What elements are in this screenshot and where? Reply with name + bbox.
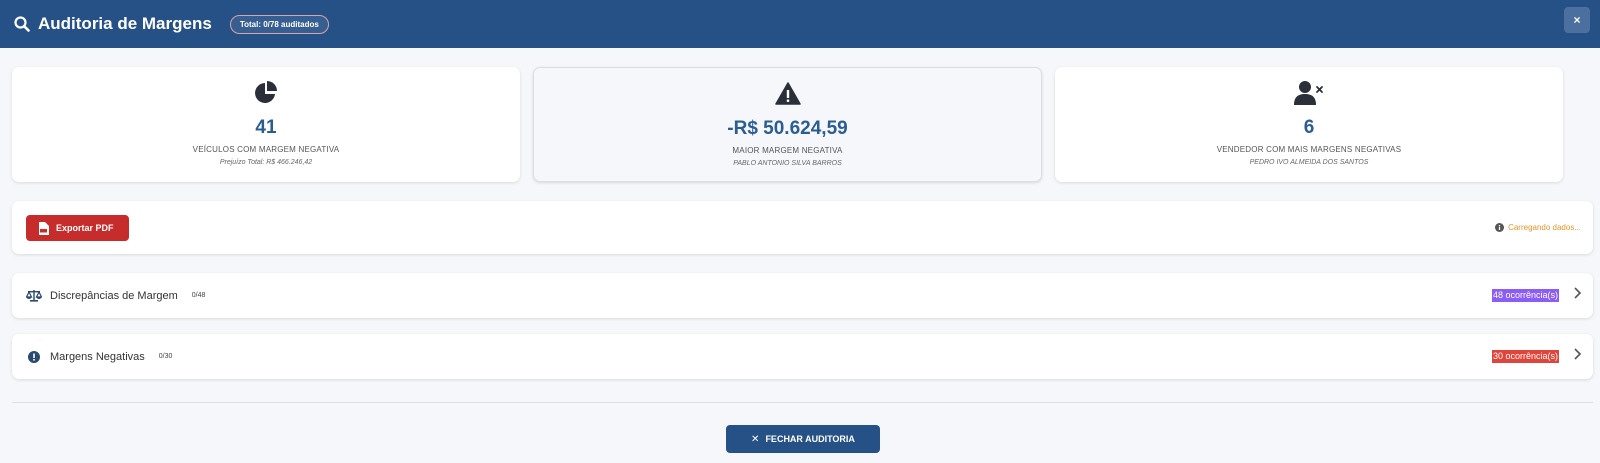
stat-card-largest-negative-margin: -R$ 50.624,59 MAIOR MARGEM NEGATIVA PABL… [533,67,1042,182]
exclamation-circle-icon [26,349,42,365]
footer-divider [12,402,1593,403]
occurrences-badge: 48 ocorrência(s) [1491,289,1559,302]
section-title: Margens Negativas [50,350,145,363]
stat-value: 41 [255,117,277,138]
pdf-file-icon [38,221,49,235]
section-margin-discrepancies[interactable]: Discrepâncias de Margem 0/48 48 ocorrênc… [12,273,1593,318]
chevron-right-icon[interactable] [1573,287,1582,302]
user-x-icon [1055,80,1563,106]
loading-status: Carregando dados... [1495,223,1581,232]
stat-label: VEÍCULOS COM MARGEM NEGATIVA [192,145,340,154]
search-icon [14,15,32,33]
occurrences-badge: 30 ocorrência(s) [1491,350,1559,363]
stat-subtext: PABLO ANTONIO SILVA BARROS [733,160,842,167]
stat-subtext: PEDRO IVO ALMEIDA DOS SANTOS [1249,159,1369,166]
audit-total-badge: Total: 0/78 auditados [229,14,329,34]
close-audit-label: FECHAR AUDITORIA [765,434,855,444]
modal-header: Auditoria de Margens Total: 0/78 auditad… [0,0,1600,48]
loading-text: Carregando dados... [1508,223,1581,232]
close-icon[interactable]: × [1564,7,1590,33]
stat-subtext: Prejuízo Total: R$ 466.246,42 [219,159,313,166]
section-title: Discrepâncias de Margem [50,289,178,302]
stat-value: 6 [1303,117,1315,138]
close-icon: ✕ [751,433,760,445]
scale-icon [26,288,42,304]
section-count: 0/48 [191,292,206,299]
section-count: 0/30 [158,353,173,360]
stat-label: VENDEDOR COM MAIS MARGENS NEGATIVAS [1216,145,1402,154]
section-negative-margins[interactable]: Margens Negativas 0/30 30 ocorrência(s) [12,334,1593,379]
chevron-right-icon[interactable] [1573,348,1582,363]
info-circle-icon [1495,223,1505,232]
stat-card-negative-vehicles: 41 VEÍCULOS COM MARGEM NEGATIVA Prejuízo… [12,67,520,182]
stat-value: -R$ 50.624,59 [727,118,848,139]
pie-chart-icon [12,80,520,106]
close-audit-button[interactable]: ✕ FECHAR AUDITORIA [726,425,880,453]
modal-title: Auditoria de Margens [38,14,212,33]
warning-icon [534,81,1041,107]
stat-card-top-seller: 6 VENDEDOR COM MAIS MARGENS NEGATIVAS PE… [1055,67,1563,182]
export-pdf-button[interactable]: Exportar PDF [26,215,129,241]
stat-label: MAIOR MARGEM NEGATIVA [732,146,843,155]
export-pdf-label: Exportar PDF [56,223,114,233]
toolbar-panel: Exportar PDF Carregando dados... [12,201,1593,254]
